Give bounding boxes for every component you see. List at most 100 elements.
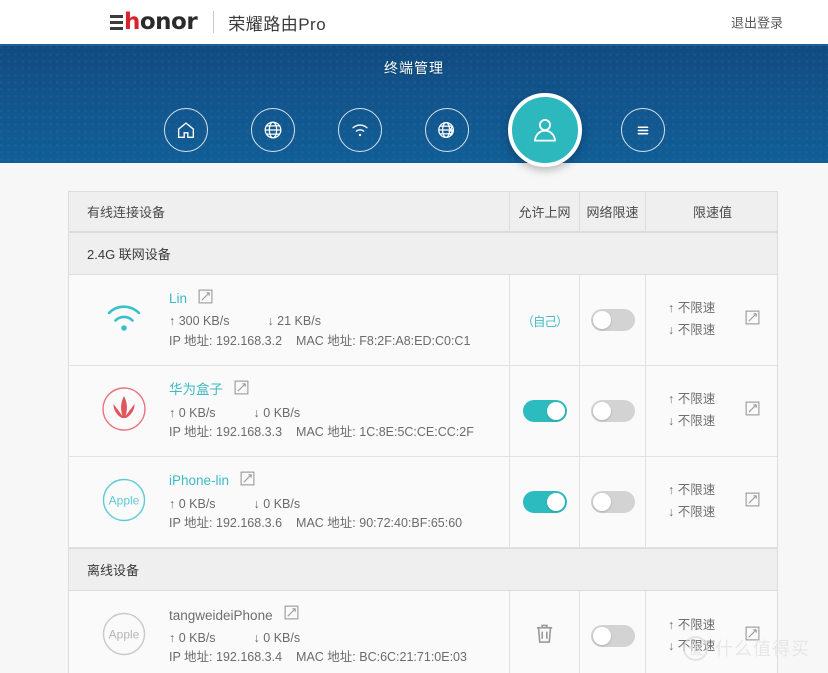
ip-address: IP 地址: 192.168.3.2 [169, 333, 283, 348]
download-speed: ↓ 21 KB/s [267, 314, 321, 329]
edit-icon[interactable] [198, 289, 213, 310]
ip-address: IP 地址: 192.168.3.3 [169, 424, 283, 439]
speed-limit-cell [579, 366, 645, 457]
allow-internet-cell: （自己） [509, 275, 579, 366]
allow-internet-toggle[interactable] [522, 491, 567, 514]
globe-icon [262, 119, 284, 141]
user-icon [528, 113, 562, 147]
device-cell: 华为盒子 ↑ 0 KB/s ↓ 0 KB/s IP 地址: 192.168.3.3 MA… [69, 366, 509, 456]
wifi-signal-icon [104, 302, 144, 339]
header-allow-internet: 允许上网 [509, 192, 579, 231]
table-row: Apple iPhone-lin ↑ 0 KB/s ↓ 0 KB/s IP 地址: 19… [69, 457, 779, 549]
upload-speed: ↑ 0 KB/s [169, 405, 216, 420]
upload-speed: ↑ 300 KB/s [169, 314, 230, 329]
ip-address: IP 地址: 192.168.3.6 [169, 516, 283, 530]
device-name: Lin [169, 291, 188, 307]
delete-device-icon[interactable] [534, 622, 555, 650]
watermark-badge: 值 [683, 635, 708, 661]
allow-internet-toggle[interactable] [522, 400, 567, 423]
speed-limit-cell [579, 457, 645, 548]
device-cell: Apple iPhone-lin ↑ 0 KB/s ↓ 0 KB/s IP 地址: 19… [69, 457, 509, 547]
table-row: Apple tangweideiPhone ↑ 0 KB/s ↓ 0 KB/s IP 地… [69, 591, 777, 673]
upload-speed: ↑ 0 KB/s [169, 496, 216, 511]
header-limit-value: 限速值 [645, 192, 779, 231]
device-name: iPhone-lin [169, 473, 230, 489]
edit-icon[interactable] [745, 401, 760, 421]
allow-internet-cell [509, 457, 579, 548]
table-row: 华为盒子 ↑ 0 KB/s ↓ 0 KB/s IP 地址: 192.168.3.3 MA… [69, 366, 779, 458]
limit-download: ↓ 不限速 [668, 414, 716, 429]
speed-limit-toggle[interactable] [590, 491, 635, 514]
limit-value-cell: ↑ 不限速 ↓ 不限速 [645, 275, 779, 366]
apple-icon: Apple [101, 477, 147, 528]
brand-logo: honor 荣耀路由Pro [110, 10, 326, 35]
mac-address: MAC 地址: F8:2F:A8:ED:C0:C1 [296, 333, 471, 348]
globe-speed-icon [436, 119, 458, 141]
speed-limit-toggle[interactable] [590, 625, 635, 648]
speed-limit-toggle[interactable] [590, 309, 635, 332]
edit-icon[interactable] [284, 605, 299, 626]
allow-internet-cell [509, 591, 579, 673]
limit-upload: ↑ 不限速 [668, 392, 716, 407]
ip-address: IP 地址: 192.168.3.4 [169, 650, 283, 665]
edit-icon[interactable] [745, 492, 760, 512]
upload-speed: ↑ 0 KB/s [169, 630, 216, 645]
table-section-title: 离线设备 [69, 548, 777, 592]
menu-icon [632, 119, 654, 141]
speed-limit-cell [579, 275, 645, 366]
honor-wordmark-h: h [124, 8, 140, 35]
speed-limit-toggle[interactable] [590, 400, 635, 423]
limit-download: ↓ 不限速 [668, 323, 716, 338]
edit-icon[interactable] [745, 310, 760, 330]
mac-address: MAC 地址: 1C:8E:5C:CE:CC:2F [296, 424, 474, 439]
home-icon [175, 119, 197, 141]
edit-icon[interactable] [240, 471, 255, 492]
limit-upload: ↑ 不限速 [668, 483, 716, 498]
table-section-title: 2.4G 联网设备 [69, 232, 777, 275]
download-speed: ↓ 0 KB/s [253, 405, 301, 420]
content-area: 有线连接设备 允许上网 网络限速 限速值 2.4G 联网设备 Lin ↑ 300 K… [0, 163, 828, 673]
limit-value-cell: ↑ 不限速 ↓ 不限速 [645, 457, 779, 548]
header-speed-limit: 网络限速 [579, 192, 645, 231]
apple-icon-gray: Apple [101, 611, 147, 662]
device-cell: Apple tangweideiPhone ↑ 0 KB/s ↓ 0 KB/s IP 地… [69, 591, 509, 673]
device-name: tangweideiPhone [169, 607, 273, 623]
nav-item-wifi[interactable] [337, 108, 382, 152]
table-row: Lin ↑ 300 KB/s ↓ 21 KB/s IP 地址: 192.168.3.2… [69, 275, 779, 367]
nav-item-more[interactable] [620, 108, 665, 152]
svg-text:Apple: Apple [109, 627, 140, 641]
honor-wordmark: honor [124, 8, 198, 35]
edit-icon[interactable] [234, 380, 249, 401]
main-navigation: 终端管理 [0, 46, 828, 167]
mac-address: MAC 地址: 90:72:40:BF:65:60 [296, 516, 463, 530]
nav-item-home[interactable] [163, 108, 208, 152]
download-speed: ↓ 0 KB/s [253, 630, 301, 645]
table-body: 2.4G 联网设备 Lin ↑ 300 KB/s ↓ 21 KB/s IP 地址: 19… [69, 232, 777, 673]
top-brand-bar: honor 荣耀路由Pro 退出登录 [0, 0, 828, 46]
wifi-icon [349, 119, 371, 141]
device-cell: Lin ↑ 300 KB/s ↓ 21 KB/s IP 地址: 192.168.3.2… [69, 275, 509, 365]
limit-value-cell: ↑ 不限速 ↓ 不限速 [645, 366, 779, 457]
honor-mark-icon [110, 14, 123, 30]
active-nav-label: 终端管理 [384, 60, 444, 76]
nav-item-accelerate[interactable] [424, 108, 469, 152]
nav-item-terminal-management[interactable] [507, 93, 582, 167]
huawei-icon [101, 386, 147, 437]
logout-link[interactable]: 退出登录 [731, 13, 783, 32]
watermark-text: 什么值得买 [715, 639, 810, 659]
mac-address: MAC 地址: BC:6C:21:71:0E:03 [296, 650, 467, 665]
self-device-tag: （自己） [521, 314, 568, 329]
nav-icon-row [0, 93, 828, 167]
nav-item-internet[interactable] [250, 108, 295, 152]
watermark: 值 什么值得买 [683, 635, 810, 661]
download-speed: ↓ 0 KB/s [253, 496, 301, 511]
speed-limit-cell [579, 591, 645, 673]
honor-wordmark-rest: onor [139, 8, 198, 35]
limit-download: ↓ 不限速 [668, 505, 716, 520]
svg-text:Apple: Apple [109, 493, 140, 507]
limit-upload: ↑ 不限速 [668, 617, 716, 632]
limit-upload: ↑ 不限速 [668, 301, 716, 316]
device-table: 有线连接设备 允许上网 网络限速 限速值 2.4G 联网设备 Lin ↑ 300 K… [68, 191, 778, 673]
device-name: 华为盒子 [169, 382, 223, 398]
product-title: 荣耀路由Pro [228, 14, 327, 34]
